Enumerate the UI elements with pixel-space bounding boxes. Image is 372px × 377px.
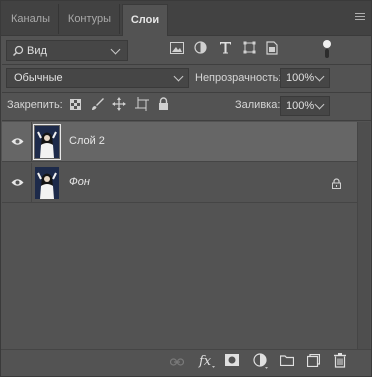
layers-panel: Каналы Контуры Слои Вид Обычные Непрозра… [0, 0, 372, 377]
blend-mode-dropdown[interactable]: Обычные [6, 68, 189, 88]
divider [2, 120, 371, 121]
eye-icon[interactable] [11, 178, 24, 187]
layer-thumbnail [35, 167, 59, 199]
search-icon [12, 45, 24, 57]
panel-menu-icon[interactable] [355, 13, 365, 21]
divider [31, 122, 32, 162]
tab-layers[interactable]: Слои [122, 4, 168, 36]
chevron-down-icon [110, 44, 121, 55]
type-filter-icon[interactable] [219, 41, 232, 54]
chevron-down-icon [173, 71, 184, 82]
filter-toggle-icon[interactable] [322, 39, 332, 59]
fill-value: 100% [286, 100, 315, 112]
tab-bar: Каналы Контуры Слои [1, 1, 371, 36]
eye-icon[interactable] [11, 137, 24, 146]
fill-field[interactable]: 100% [280, 96, 330, 116]
layer-row[interactable]: Слой 2 [2, 122, 358, 162]
image-filter-icon[interactable] [170, 42, 184, 54]
svg-text:fx: fx [198, 354, 212, 369]
layer-thumbnail [33, 124, 61, 160]
trash-icon[interactable] [334, 353, 346, 368]
opacity-field[interactable]: 100% [280, 68, 330, 88]
adjustment-filter-icon[interactable] [194, 41, 207, 54]
layer-row[interactable]: Фон [2, 163, 358, 203]
layer-thumbnail-image [35, 126, 59, 158]
tab-paths[interactable]: Контуры [60, 4, 120, 34]
lock-pixels-icon[interactable] [91, 97, 104, 111]
lock-label: Закрепить: [7, 99, 63, 111]
folder-icon[interactable] [280, 355, 294, 366]
smart-object-filter-icon[interactable] [266, 41, 278, 55]
blend-mode-value: Обычные [14, 72, 63, 84]
chevron-down-icon [314, 71, 325, 82]
fx-icon[interactable]: fx [198, 353, 216, 369]
opacity-label: Непрозрачность: [195, 72, 282, 84]
new-layer-icon[interactable] [307, 354, 320, 367]
divider [2, 92, 371, 93]
chevron-down-icon [314, 99, 325, 110]
layer-name[interactable]: Фон [69, 176, 90, 188]
divider [2, 64, 371, 65]
filter-kind-label: Вид [27, 45, 47, 57]
lock-position-icon[interactable] [112, 97, 126, 111]
divider [31, 163, 32, 203]
scrollbar[interactable] [357, 122, 370, 352]
mask-icon[interactable] [225, 354, 239, 366]
adjustment-icon[interactable] [253, 353, 269, 369]
lock-icon[interactable] [332, 178, 341, 189]
shape-filter-icon[interactable] [243, 41, 256, 54]
tab-channels[interactable]: Каналы [3, 4, 59, 34]
lock-transparent-icon[interactable] [70, 99, 81, 110]
opacity-value: 100% [286, 72, 315, 84]
bottom-toolbar: fx [1, 349, 371, 376]
lock-all-icon[interactable] [158, 97, 169, 110]
fill-label: Заливка: [235, 99, 281, 111]
layer-name[interactable]: Слой 2 [69, 135, 105, 147]
filter-kind-dropdown[interactable]: Вид [6, 40, 128, 61]
lock-artboard-icon[interactable] [135, 97, 149, 111]
layer-thumbnail-image [35, 167, 59, 199]
link-icon[interactable] [170, 358, 184, 366]
